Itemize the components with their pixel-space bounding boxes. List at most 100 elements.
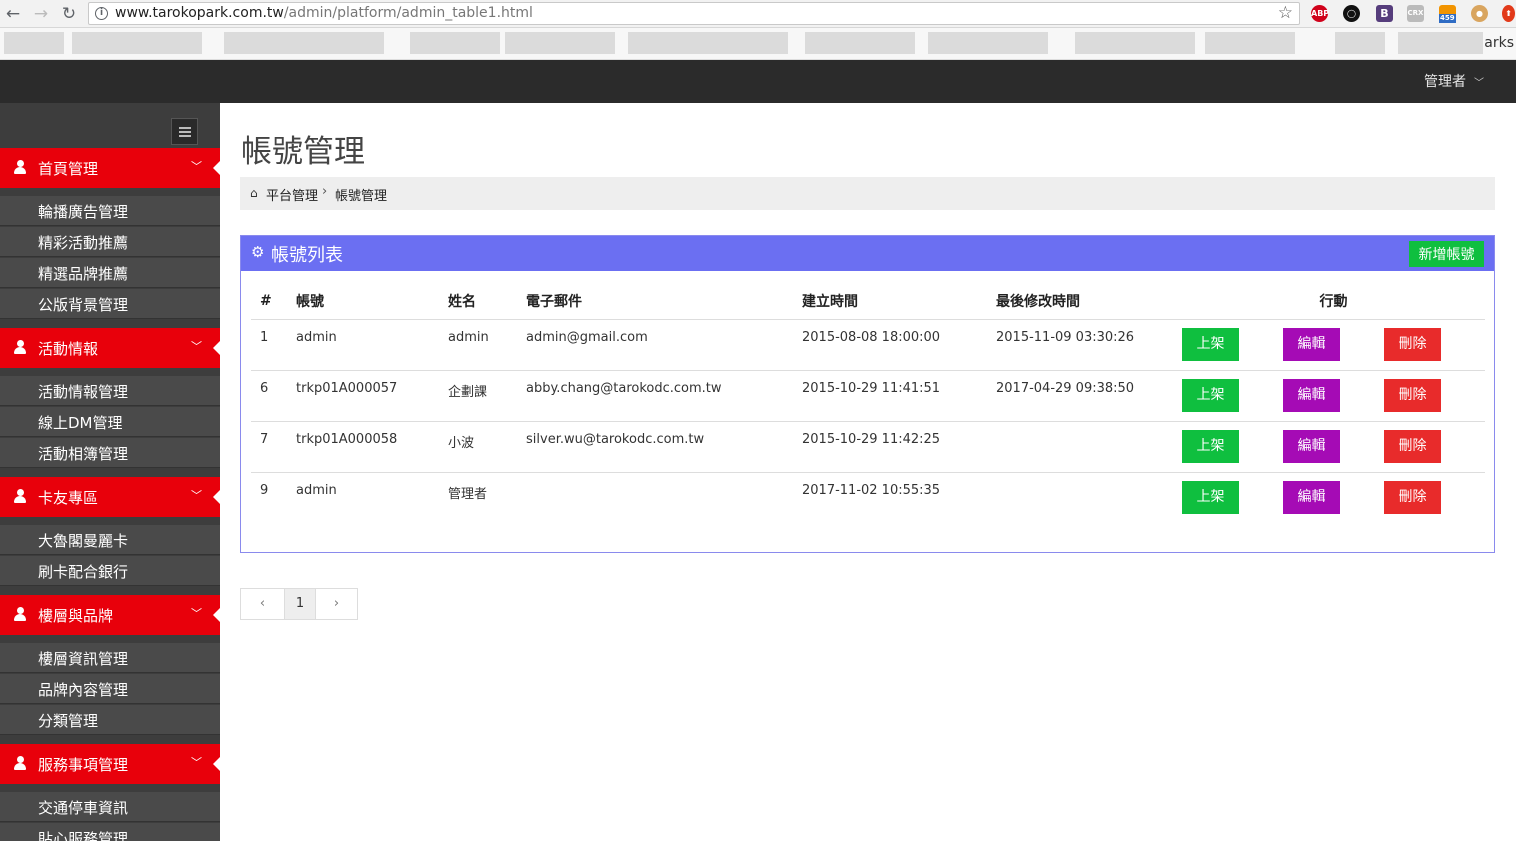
- menu-extension-icon[interactable]: ⬆: [1502, 5, 1515, 22]
- cell-index: 7: [251, 421, 287, 473]
- home-icon[interactable]: ⌂: [250, 186, 258, 200]
- cogs-icon: ⚙: [251, 243, 265, 261]
- sidebar-section-floors-brands[interactable]: 樓層與品牌 ﹀: [0, 595, 220, 635]
- info-icon[interactable]: i: [95, 7, 108, 20]
- sidebar-section-services[interactable]: 服務事項管理 ﹀: [0, 744, 220, 784]
- sidebar-item[interactable]: 精彩活動推薦: [0, 227, 220, 257]
- publish-button[interactable]: 上架: [1182, 429, 1239, 463]
- bookmarks-overflow[interactable]: arks: [1484, 35, 1514, 51]
- table-row: 9 admin 管理者 2017-11-02 10:55:35 上架 編輯 刪除: [251, 472, 1485, 523]
- cell-account: trkp01A000058: [287, 421, 439, 473]
- sidebar-item-label: 活動相簿管理: [38, 445, 129, 463]
- sidebar-section-events[interactable]: 活動情報 ﹀: [0, 328, 220, 368]
- sidebar-item[interactable]: 分類管理: [0, 705, 220, 735]
- bookmark-star-icon[interactable]: ☆: [1278, 3, 1293, 23]
- menu-toggle-icon[interactable]: [171, 118, 198, 145]
- col-header-index: #: [251, 283, 287, 320]
- delete-button[interactable]: 刪除: [1384, 378, 1441, 412]
- sidebar-section-label: 卡友專區: [38, 489, 99, 507]
- sidebar-item[interactable]: 輪播廣告管理: [0, 196, 220, 226]
- bootstrap-extension-icon[interactable]: B: [1376, 5, 1393, 22]
- address-bar[interactable]: i www.tarokopark.com.tw/admin/platform/a…: [88, 2, 1300, 25]
- sidebar-item[interactable]: 樓層資訊管理: [0, 643, 220, 673]
- publish-button[interactable]: 上架: [1182, 480, 1239, 514]
- add-account-button[interactable]: 新增帳號: [1409, 241, 1484, 267]
- circle-extension-icon[interactable]: ◯: [1343, 5, 1360, 22]
- col-header-modified: 最後修改時間: [987, 283, 1173, 320]
- pagination: ‹ 1 ›: [240, 588, 358, 620]
- adblock-extension-icon[interactable]: ABP: [1311, 5, 1329, 22]
- sidebar-item-label: 分類管理: [38, 712, 99, 730]
- cell-account: admin: [296, 482, 337, 498]
- user-label: 管理者: [1424, 74, 1466, 90]
- sidebar-item[interactable]: 貼心服務管理: [0, 823, 220, 841]
- sidebar-item-label: 輪播廣告管理: [38, 203, 129, 221]
- sidebar-item-label: 品牌內容管理: [38, 681, 129, 699]
- publish-button[interactable]: 上架: [1182, 327, 1239, 361]
- cell-modified: 2015-11-09 03:30:26: [987, 319, 1173, 371]
- url-text: www.tarokopark.com.tw/admin/platform/adm…: [115, 5, 533, 21]
- sidebar: 首頁管理 ﹀ 輪播廣告管理 精彩活動推薦 精選品牌推薦 公版背景管理 活動情報 …: [0, 103, 220, 841]
- reload-icon[interactable]: ↻: [58, 3, 80, 25]
- user-menu[interactable]: 管理者 ﹀: [1424, 71, 1484, 91]
- cell-email: silver.wu@tarokodc.com.tw: [517, 421, 793, 473]
- forward-icon[interactable]: →: [30, 3, 52, 25]
- cell-modified: [987, 421, 1173, 473]
- sidebar-item-label: 貼心服務管理: [38, 830, 129, 841]
- panel-title: 帳號列表: [271, 245, 343, 266]
- url-path: /admin/platform/admin_table1.html: [283, 5, 533, 21]
- edit-button[interactable]: 編輯: [1283, 480, 1340, 514]
- delete-button[interactable]: 刪除: [1384, 480, 1441, 514]
- app-topbar: 管理者 ﹀: [0, 60, 1516, 103]
- sidebar-item[interactable]: 品牌內容管理: [0, 674, 220, 704]
- cell-modified: 2017-04-29 09:38:50: [987, 370, 1173, 422]
- publish-button[interactable]: 上架: [1182, 378, 1239, 412]
- edit-button[interactable]: 編輯: [1283, 429, 1340, 463]
- sidebar-item[interactable]: 活動相簿管理: [0, 438, 220, 468]
- sidebar-item[interactable]: 線上DM管理: [0, 407, 220, 437]
- chevron-down-icon: ﹀: [191, 340, 202, 353]
- table-row: 6 trkp01A000057 企劃課 abby.chang@tarokodc.…: [251, 370, 1485, 422]
- sidebar-section-cardholder[interactable]: 卡友專區 ﹀: [0, 477, 220, 517]
- breadcrumb-parent[interactable]: 平台管理: [266, 185, 318, 204]
- cookie-extension-icon[interactable]: ●: [1471, 5, 1488, 22]
- cell-created: 2015-10-29 11:41:51: [793, 370, 987, 422]
- cell-account: trkp01A000057: [287, 370, 439, 422]
- rss-extension-icon[interactable]: 459: [1439, 5, 1456, 23]
- sidebar-item-label: 精選品牌推薦: [38, 265, 129, 283]
- cell-account: admin: [287, 319, 439, 371]
- page-title: 帳號管理: [241, 134, 365, 170]
- delete-button[interactable]: 刪除: [1384, 429, 1441, 463]
- user-icon: [14, 607, 26, 621]
- browser-toolbar: ← → ↻ i www.tarokopark.com.tw/admin/plat…: [0, 0, 1516, 28]
- crx-extension-icon[interactable]: CRX: [1407, 5, 1424, 22]
- sidebar-item-label: 樓層資訊管理: [38, 650, 129, 668]
- user-icon: [14, 489, 26, 503]
- chevron-down-icon: ﹀: [191, 489, 202, 502]
- breadcrumb-current: 帳號管理: [335, 189, 388, 204]
- cell-created: 2017-11-02 10:55:35: [802, 482, 941, 498]
- back-icon[interactable]: ←: [2, 3, 24, 25]
- cell-modified: [987, 472, 1173, 523]
- sidebar-item[interactable]: 精選品牌推薦: [0, 258, 220, 288]
- sidebar-item[interactable]: 活動情報管理: [0, 376, 220, 406]
- edit-button[interactable]: 編輯: [1283, 378, 1340, 412]
- rss-badge: 459: [1439, 14, 1456, 23]
- cell-created: 2015-08-08 18:00:00: [793, 319, 987, 371]
- sidebar-section-label: 活動情報: [38, 340, 99, 358]
- sidebar-item[interactable]: 交通停車資訊: [0, 792, 220, 822]
- edit-button[interactable]: 編輯: [1283, 327, 1340, 361]
- sidebar-item[interactable]: 公版背景管理: [0, 289, 220, 319]
- chevron-down-icon: ﹀: [191, 160, 202, 173]
- pagination-prev-icon[interactable]: ‹: [241, 589, 285, 619]
- sidebar-item[interactable]: 刷卡配合銀行: [0, 556, 220, 586]
- pagination-page[interactable]: 1: [285, 589, 316, 619]
- account-list-panel: ⚙ 帳號列表 新增帳號 # 帳號 姓名 電子郵件 建立時間 最後修改時間 行動 …: [240, 235, 1495, 553]
- pagination-next-icon[interactable]: ›: [316, 589, 357, 619]
- delete-button[interactable]: 刪除: [1384, 327, 1441, 361]
- sidebar-item[interactable]: 大魯閣曼麗卡: [0, 525, 220, 555]
- sidebar-section-homepage[interactable]: 首頁管理 ﹀: [0, 148, 220, 188]
- cell-name: 企劃課: [439, 370, 517, 422]
- chevron-right-icon: ›: [322, 184, 328, 199]
- sidebar-item-label: 刷卡配合銀行: [38, 563, 129, 581]
